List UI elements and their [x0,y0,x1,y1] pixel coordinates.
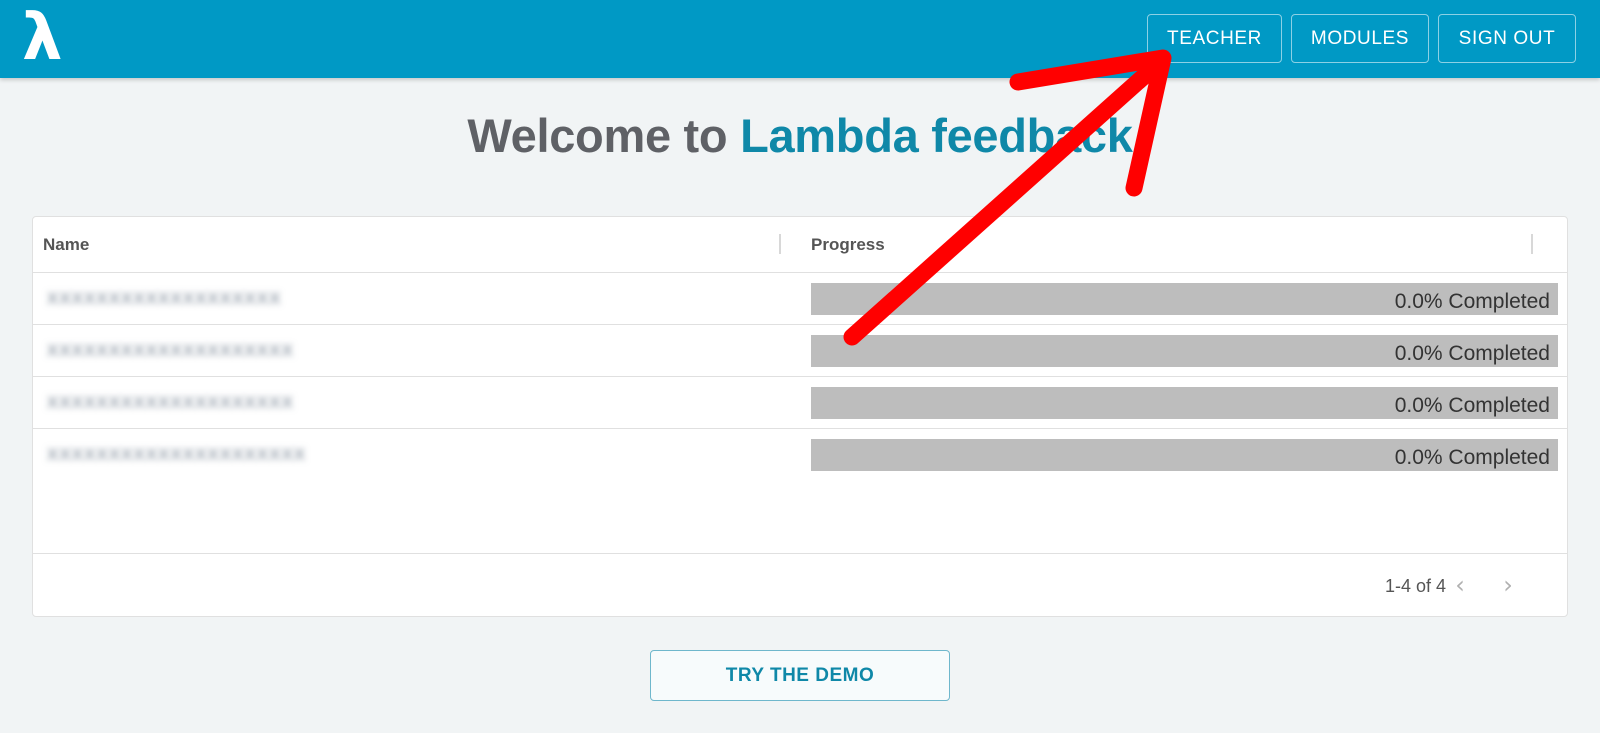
welcome-prefix: Welcome to [467,109,741,162]
progress-bar: 0.0% Completed [811,439,1558,471]
module-name[interactable]: XXXXXXXXXXXXXXXXXXXXX [47,442,306,468]
progress-label: 0.0% Completed [1394,394,1550,417]
chevron-right-icon[interactable]: › [1497,573,1519,597]
table-row[interactable]: XXXXXXXXXXXXXXXXXXXX 0.0% Completed [33,325,1567,377]
try-demo-button[interactable]: TRY THE DEMO [650,650,950,701]
table-header: Name Progress [33,217,1567,273]
module-name[interactable]: XXXXXXXXXXXXXXXXXXXX [47,390,294,416]
progress-label: 0.0% Completed [1394,446,1550,469]
module-name[interactable]: XXXXXXXXXXXXXXXXXXX [47,286,281,312]
brand-name: Lambda feedback [740,109,1133,162]
table-row[interactable]: XXXXXXXXXXXXXXXXXXX 0.0% Completed [33,273,1567,325]
top-app-bar: λ TEACHER MODULES SIGN OUT [0,0,1600,78]
sign-out-button[interactable]: SIGN OUT [1438,14,1576,63]
column-separator[interactable] [779,234,781,254]
table-pagination: 1-4 of 4 ‹ › [33,553,1567,617]
chevron-left-icon[interactable]: ‹ [1449,573,1471,597]
table-row[interactable]: XXXXXXXXXXXXXXXXXXXX 0.0% Completed [33,377,1567,429]
teacher-button[interactable]: TEACHER [1147,14,1282,63]
progress-bar: 0.0% Completed [811,283,1558,315]
progress-bar: 0.0% Completed [811,335,1558,367]
column-header-name[interactable]: Name [43,217,89,273]
progress-bar: 0.0% Completed [811,387,1558,419]
column-header-progress[interactable]: Progress [811,217,885,273]
page-title: Welcome to Lambda feedback [0,108,1600,163]
modules-table: Name Progress XXXXXXXXXXXXXXXXXXX 0.0% C… [32,216,1568,617]
progress-label: 0.0% Completed [1394,342,1550,365]
lambda-logo-icon[interactable]: λ [22,2,63,74]
progress-label: 0.0% Completed [1394,290,1550,313]
table-row[interactable]: XXXXXXXXXXXXXXXXXXXXX 0.0% Completed [33,429,1567,481]
column-separator[interactable] [1531,234,1533,254]
modules-button[interactable]: MODULES [1291,14,1429,63]
module-name[interactable]: XXXXXXXXXXXXXXXXXXXX [47,338,294,364]
pagination-range: 1-4 of 4 [1385,576,1447,596]
